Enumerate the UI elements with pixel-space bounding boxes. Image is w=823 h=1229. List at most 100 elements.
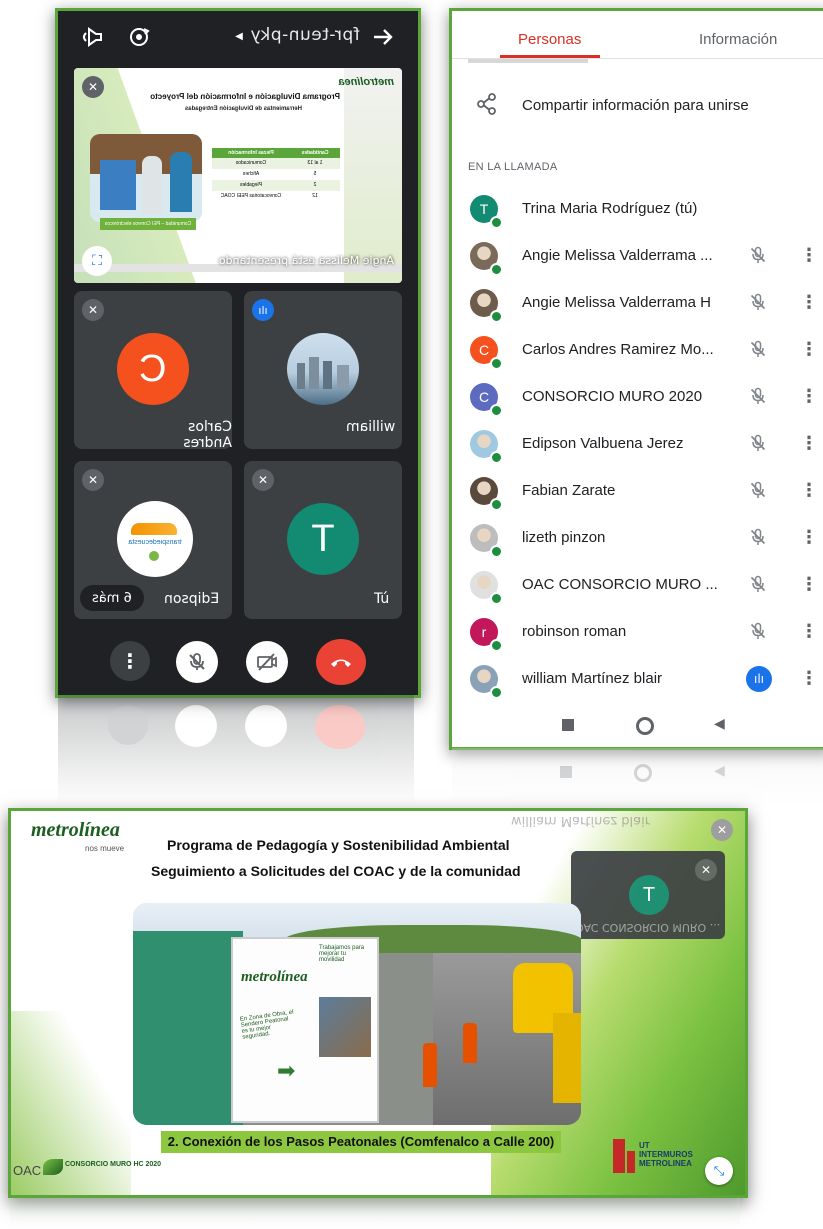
recents-button[interactable] xyxy=(562,719,574,731)
participant-row[interactable]: r robinson roman ⋮ xyxy=(452,609,823,656)
self-avatar-initial: T xyxy=(642,883,656,906)
slide-reflection xyxy=(10,1198,740,1229)
participant-row[interactable]: Edipson Valbuena Jerez ⋮ xyxy=(452,421,823,468)
mic-off-icon: ✕ xyxy=(82,469,104,491)
more-vert-icon[interactable]: ⋮ xyxy=(800,386,818,407)
reflection-back: ◀ xyxy=(714,763,725,779)
construction-sign: metrolínea Trabajamos para mejorar tu mo… xyxy=(231,937,379,1123)
tile-name: william xyxy=(346,419,396,435)
avatar xyxy=(287,333,359,405)
avatar-initial: T xyxy=(311,517,335,560)
more-participants-chip[interactable]: 6 más xyxy=(80,585,144,611)
more-vert-icon[interactable]: ⋮ xyxy=(800,480,818,501)
section-label: EN LA LLAMADA xyxy=(468,161,558,173)
exit-fullscreen-button[interactable]: ⤡ xyxy=(705,1157,733,1185)
footer-consorcio: CONSORCIO MURO HC 2020 xyxy=(65,1161,162,1168)
participant-name: OAC CONSORCIO MURO ... xyxy=(522,576,718,593)
tile-name: Edipson xyxy=(164,591,220,607)
sign-text-2: En Zona de Obra, el Sendero Peatonal es … xyxy=(239,1009,294,1041)
participant-tile[interactable]: ✕ transpiedecuesta 6 más Edipson xyxy=(74,461,232,619)
camera-off-icon xyxy=(257,653,277,671)
participant-tile-self[interactable]: ✕ T Tú xyxy=(244,461,402,619)
slide-title-line1: Programa de Pedagogía y Sostenibilidad A… xyxy=(167,837,510,853)
more-vert-icon[interactable]: ⋮ xyxy=(800,527,818,548)
participant-row[interactable]: lizeth pinzon ⋮ xyxy=(452,515,823,562)
sign-text-1: Trabajamos para mejorar tu movilidad xyxy=(319,945,365,963)
mic-off-icon[interactable] xyxy=(748,621,770,643)
table-header: Piezas Información xyxy=(228,150,274,156)
participant-tile[interactable]: ✕ C Carlos Andres xyxy=(74,291,232,451)
more-vert-icon[interactable]: ⋮ xyxy=(800,245,818,266)
reflection-text: william Martínez blair xyxy=(511,813,651,828)
consorcio-logo xyxy=(43,1159,63,1175)
end-call-button[interactable] xyxy=(316,639,366,685)
participant-row[interactable]: C Carlos Andres Ramirez Mo... ⋮ xyxy=(452,327,823,374)
speaker-icon[interactable] xyxy=(80,25,106,49)
presentation-tile[interactable]: metrolínea Programa Divulgación e Inform… xyxy=(74,68,402,283)
online-status-dot xyxy=(490,451,503,464)
more-options-button[interactable]: ⋮ xyxy=(110,641,150,681)
table-cell: 1 al 13 xyxy=(307,160,323,166)
mic-off-icon[interactable] xyxy=(748,339,770,361)
more-vert-icon[interactable]: ⋮ xyxy=(800,433,818,454)
more-vert-icon[interactable]: ⋮ xyxy=(800,574,818,595)
table-header: Cantidades xyxy=(301,150,329,156)
fullscreen-button[interactable]: ⛶ xyxy=(82,246,112,276)
mic-off-icon[interactable] xyxy=(748,574,770,596)
participant-row[interactable]: OAC CONSORCIO MURO ... ⋮ xyxy=(452,562,823,609)
participant-row[interactable]: Angie Melissa Valderrama H ⋮ xyxy=(452,280,823,327)
people-reflection: ◀ xyxy=(452,748,823,808)
tab-informacion[interactable]: Información xyxy=(699,31,777,48)
table-cell: 2 xyxy=(313,182,317,188)
more-chip-label: 6 más xyxy=(92,590,132,606)
tab-personas[interactable]: Personas xyxy=(518,31,581,48)
reflection-button xyxy=(175,705,217,747)
arrow-right-icon[interactable] xyxy=(370,25,396,49)
hang-up-icon xyxy=(331,659,351,667)
slide-brand-tagline: nos mueve xyxy=(85,844,125,853)
meet-call-panel: ◀ fpr-teun-pky metrolínea Programa Divul… xyxy=(55,8,421,698)
back-button[interactable]: ◀ xyxy=(714,716,725,732)
ut-logo xyxy=(613,1139,625,1173)
home-button[interactable] xyxy=(636,717,654,735)
mic-off-icon[interactable] xyxy=(748,386,770,408)
mic-off-icon[interactable] xyxy=(748,527,770,549)
mic-off-icon: ✕ xyxy=(82,76,104,98)
footer-ut: UT INTERMUROS METROLINEA xyxy=(639,1141,693,1168)
online-status-dot xyxy=(490,310,503,323)
participant-row[interactable]: C CONSORCIO MURO 2020 ⋮ xyxy=(452,374,823,421)
participant-row[interactable]: Angie Melissa Valderrama ... ⋮ xyxy=(452,233,823,280)
avatar-initial: C xyxy=(478,389,490,405)
online-status-dot xyxy=(490,216,503,229)
mic-off-icon[interactable] xyxy=(748,245,770,267)
self-view-overlay[interactable]: ✕ T OAC CONSORCIO MURO ... xyxy=(571,851,725,939)
share-label: Compartir información para unirse xyxy=(522,97,749,114)
share-join-info-row[interactable]: Compartir información para unirse xyxy=(452,81,823,131)
avatar: T xyxy=(287,503,359,575)
avatar-initial: T xyxy=(479,201,489,217)
participant-row[interactable]: Fabian Zarate ⋮ xyxy=(452,468,823,515)
table-cell: Afiches xyxy=(242,171,260,177)
participant-name: lizeth pinzon xyxy=(522,529,606,546)
more-vert-icon[interactable]: ⋮ xyxy=(800,668,818,689)
participant-row[interactable]: T Trina Maria Rodríguez (tú) xyxy=(452,186,823,233)
mic-off-icon: ✕ xyxy=(252,469,274,491)
more-vert-icon[interactable]: ⋮ xyxy=(800,621,818,642)
mic-off-icon[interactable] xyxy=(748,480,770,502)
participant-name: Trina Maria Rodríguez (tú) xyxy=(522,200,698,217)
mic-toggle-button[interactable] xyxy=(176,641,218,683)
more-vert-icon[interactable]: ⋮ xyxy=(800,339,818,360)
mic-off-icon[interactable] xyxy=(748,292,770,314)
camera-toggle-button[interactable] xyxy=(246,641,288,683)
switch-camera-icon[interactable] xyxy=(126,25,152,49)
reflection-button xyxy=(108,705,148,745)
table-cell: Plegables xyxy=(240,182,262,188)
table-cell: 12 xyxy=(312,193,318,199)
more-vert-icon[interactable]: ⋮ xyxy=(800,292,818,313)
participant-tile[interactable]: ılı william xyxy=(244,291,402,449)
mic-off-icon[interactable] xyxy=(748,433,770,455)
participant-row[interactable]: william Martínez blair ılı ⋮ xyxy=(452,656,823,703)
table-cell: Convocatorias PEEI COAC xyxy=(220,193,282,199)
slide-brand-logo: metrolínea xyxy=(31,819,120,841)
mic-off-icon: ✕ xyxy=(695,859,717,881)
